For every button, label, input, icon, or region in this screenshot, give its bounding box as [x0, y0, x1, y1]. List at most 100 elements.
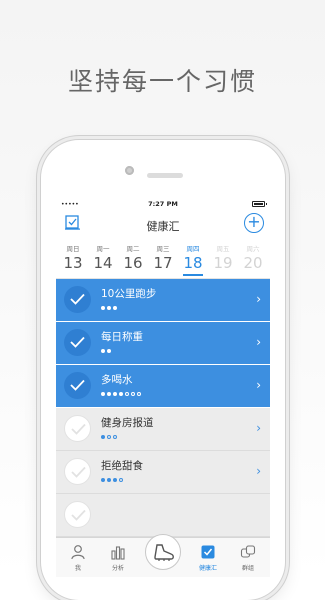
habit-check-button[interactable]: [64, 286, 91, 313]
battery-icon: [252, 201, 267, 207]
progress-dot: [107, 349, 111, 353]
progress-dot: [101, 435, 105, 439]
progress-dot: [113, 478, 117, 482]
nav-bar: 健康汇 +: [56, 210, 270, 238]
group-icon: [240, 544, 256, 560]
progress-dot: [101, 306, 105, 310]
nav-title: 健康汇: [146, 220, 180, 233]
day-name: 周六: [246, 245, 260, 253]
shoe-icon: [154, 544, 174, 561]
progress-dot: [107, 435, 111, 439]
progress-dot: [101, 349, 105, 353]
checkmark-icon: [71, 509, 86, 521]
habit-progress-dots: [101, 306, 119, 312]
habit-progress-dots: [101, 349, 113, 355]
day-17[interactable]: 周三 17: [148, 238, 178, 272]
checkmark-icon: [71, 466, 86, 478]
tab-group[interactable]: 群组: [228, 538, 268, 577]
progress-dot: [107, 392, 111, 396]
day-date: 18: [183, 254, 203, 272]
progress-dot: [107, 478, 111, 482]
status-bar: ••••• 7:27 PM: [56, 198, 270, 210]
person-icon: [70, 544, 86, 560]
day-date: 20: [243, 254, 263, 272]
phone-screen: ••••• 7:27 PM 健康汇 + 周日 13 周一 14 周二 16 周三 17 周四 18…: [56, 198, 270, 577]
tab-label: 分析: [111, 565, 124, 572]
day-19[interactable]: 周五 19: [208, 238, 238, 272]
day-date: 14: [93, 254, 113, 272]
progress-dot: [137, 392, 141, 396]
day-date: 19: [213, 254, 233, 272]
progress-dot: [107, 306, 111, 310]
progress-dot: [113, 435, 117, 439]
habit-progress-dots: [101, 478, 125, 484]
habit-progress-dots: [101, 392, 143, 398]
habit-row[interactable]: 拒绝甜食 ›: [56, 451, 270, 494]
habit-name: 拒绝甜食: [101, 460, 143, 472]
habit-row[interactable]: 多喝水 ›: [56, 365, 270, 408]
habit-check-button[interactable]: [64, 501, 91, 528]
day-18[interactable]: 周四 18: [178, 238, 208, 276]
day-14[interactable]: 周一 14: [88, 238, 118, 272]
tab-bar-chart[interactable]: 分析: [98, 538, 138, 577]
tab-label: 群组: [241, 565, 254, 572]
earpiece-speaker: [147, 173, 183, 178]
tab-person[interactable]: 我: [58, 538, 98, 577]
progress-dot: [101, 478, 105, 482]
week-strip: 周日 13 周一 14 周二 16 周三 17 周四 18 周五 19 周六 20: [56, 238, 270, 279]
chevron-right-icon[interactable]: ›: [256, 464, 261, 478]
day-20[interactable]: 周六 20: [238, 238, 268, 272]
add-habit-button[interactable]: +: [244, 213, 264, 233]
progress-dot: [125, 392, 129, 396]
day-date: 16: [123, 254, 143, 272]
habit-name: 健身房报道: [101, 417, 154, 429]
progress-dot: [113, 306, 117, 310]
day-name: 周五: [216, 245, 230, 253]
checkmark-icon: [70, 379, 85, 391]
day-date: 13: [63, 254, 83, 272]
day-date: 17: [153, 254, 173, 272]
habit-row[interactable]: 健身房报道 ›: [56, 408, 270, 451]
phone-power-button: [285, 244, 288, 284]
center-action-button[interactable]: [145, 534, 181, 570]
progress-dot: [119, 392, 123, 396]
active-day-indicator: [183, 274, 203, 276]
headline: 坚持每一个习惯: [67, 67, 257, 96]
chevron-right-icon[interactable]: ›: [256, 421, 261, 435]
checkmark-icon: [70, 336, 85, 348]
habit-check-button[interactable]: [64, 415, 91, 442]
status-time: 7:27 PM: [148, 200, 178, 208]
tab-label: 我: [74, 565, 81, 572]
tab-checkbox[interactable]: 健康汇: [188, 538, 228, 577]
habit-name: 每日称重: [101, 331, 143, 343]
habit-check-button[interactable]: [64, 329, 91, 356]
habit-check-button[interactable]: [64, 372, 91, 399]
chevron-right-icon[interactable]: ›: [256, 378, 261, 392]
habit-row[interactable]: 每日称重 ›: [56, 322, 270, 365]
day-name: 周二: [126, 245, 140, 253]
chevron-right-icon[interactable]: ›: [256, 335, 261, 349]
day-name: 周三: [156, 245, 170, 253]
progress-dot: [131, 392, 135, 396]
habit-name: 多喝水: [101, 374, 133, 386]
habit-row[interactable]: [56, 494, 270, 537]
front-camera: [125, 166, 134, 175]
habit-progress-dots: [101, 435, 119, 441]
checkmark-icon: [71, 423, 86, 435]
progress-dot: [101, 392, 105, 396]
habit-name: 10公里跑步: [101, 288, 157, 300]
day-name: 周一: [96, 245, 110, 253]
checkmark-icon: [70, 293, 85, 305]
day-16[interactable]: 周二 16: [118, 238, 148, 272]
chevron-right-icon[interactable]: ›: [256, 292, 261, 306]
tab-label: 健康汇: [198, 565, 217, 572]
habit-row[interactable]: 10公里跑步 ›: [56, 279, 270, 322]
day-13[interactable]: 周日 13: [58, 238, 88, 272]
progress-dot: [119, 478, 123, 482]
progress-dot: [113, 392, 117, 396]
habit-check-button[interactable]: [64, 458, 91, 485]
day-name: 周四: [186, 245, 200, 253]
bar-chart-icon: [110, 544, 126, 560]
tab-bar: 我 分析 健康汇 群组: [56, 534, 270, 577]
checkbox-icon: [200, 544, 216, 560]
